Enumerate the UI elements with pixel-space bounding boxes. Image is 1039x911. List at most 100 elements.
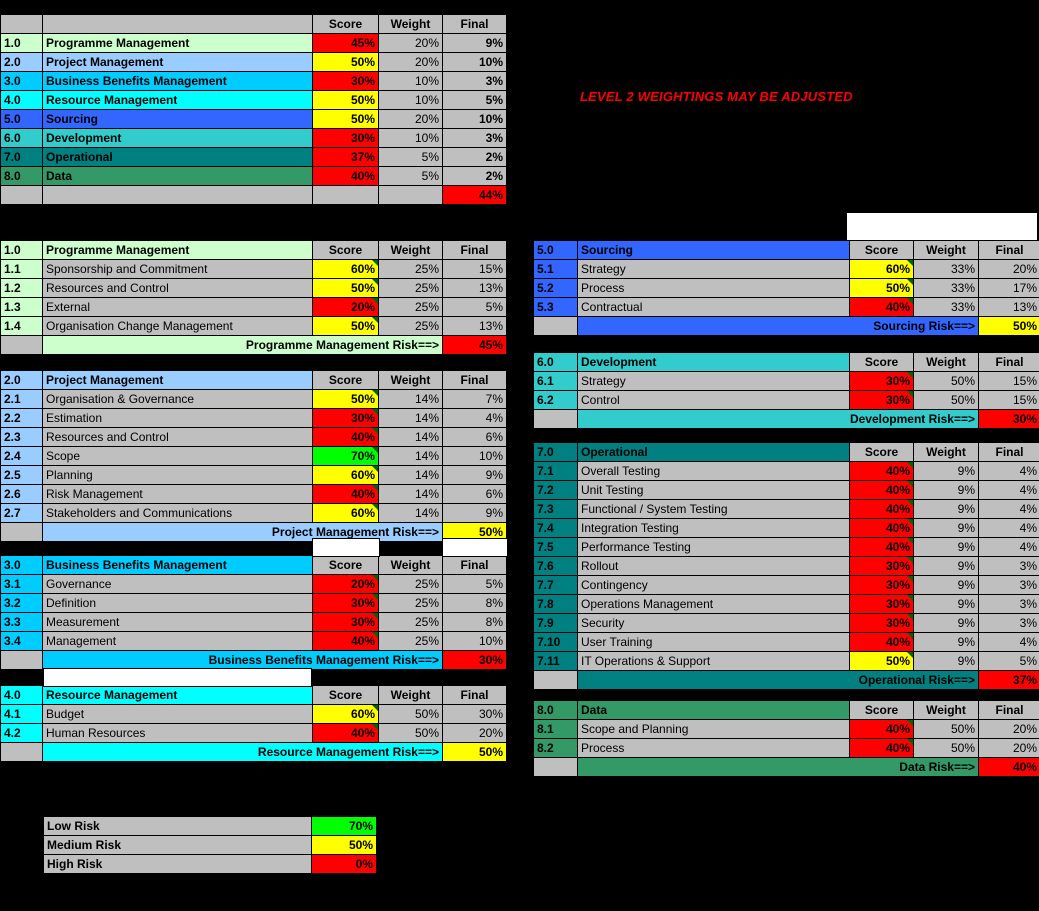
item-score-cell[interactable]: 30%: [312, 612, 379, 632]
item-name[interactable]: Contingency: [577, 575, 850, 595]
summary-row-name[interactable]: Project Management: [42, 52, 313, 72]
section-title[interactable]: Programme Management: [42, 240, 313, 260]
section-number[interactable]: 5.0: [533, 240, 578, 260]
item-number[interactable]: 3.2: [0, 593, 43, 613]
item-number[interactable]: 7.11: [533, 651, 578, 671]
summary-row-name[interactable]: Business Benefits Management: [42, 71, 313, 91]
item-number[interactable]: 7.7: [533, 575, 578, 595]
summary-row-number[interactable]: 3.0: [0, 71, 43, 91]
item-name[interactable]: Integration Testing: [577, 518, 850, 538]
item-score-cell[interactable]: 30%: [849, 390, 914, 410]
item-score-cell[interactable]: 40%: [312, 723, 379, 743]
item-score-cell[interactable]: 40%: [849, 480, 914, 500]
item-weight-cell[interactable]: 14%: [378, 408, 443, 428]
item-number[interactable]: 1.3: [0, 297, 43, 317]
item-weight-cell[interactable]: 25%: [378, 297, 443, 317]
item-score-cell[interactable]: 30%: [849, 371, 914, 391]
section-title[interactable]: Project Management: [42, 370, 313, 390]
item-name[interactable]: Strategy: [577, 259, 850, 279]
summary-score-cell[interactable]: 50%: [312, 109, 379, 129]
section-title[interactable]: Data: [577, 700, 850, 720]
summary-weight-cell[interactable]: 20%: [378, 52, 443, 72]
item-weight-cell[interactable]: 33%: [913, 278, 979, 298]
item-weight-cell[interactable]: 9%: [913, 632, 979, 652]
item-name[interactable]: Functional / System Testing: [577, 499, 850, 519]
item-weight-cell[interactable]: 9%: [913, 461, 979, 481]
item-number[interactable]: 1.2: [0, 278, 43, 298]
item-number[interactable]: 7.3: [533, 499, 578, 519]
item-name[interactable]: Process: [577, 278, 850, 298]
item-name[interactable]: Estimation: [42, 408, 313, 428]
item-weight-cell[interactable]: 50%: [913, 738, 979, 758]
item-name[interactable]: Security: [577, 613, 850, 633]
summary-row-name[interactable]: Programme Management: [42, 33, 313, 53]
summary-score-cell[interactable]: 50%: [312, 90, 379, 110]
item-weight-cell[interactable]: 9%: [913, 651, 979, 671]
summary-score-cell[interactable]: 45%: [312, 33, 379, 53]
item-name[interactable]: External: [42, 297, 313, 317]
item-weight-cell[interactable]: 25%: [378, 316, 443, 336]
item-score-cell[interactable]: 30%: [312, 593, 379, 613]
item-number[interactable]: 2.7: [0, 503, 43, 523]
item-score-cell[interactable]: 40%: [849, 518, 914, 538]
item-score-cell[interactable]: 40%: [849, 499, 914, 519]
section-number[interactable]: 8.0: [533, 700, 578, 720]
item-number[interactable]: 7.10: [533, 632, 578, 652]
item-weight-cell[interactable]: 50%: [913, 719, 979, 739]
item-name[interactable]: Strategy: [577, 371, 850, 391]
item-number[interactable]: 6.1: [533, 371, 578, 391]
item-name[interactable]: Contractual: [577, 297, 850, 317]
summary-score-cell[interactable]: 30%: [312, 71, 379, 91]
item-name[interactable]: Resources and Control: [42, 427, 313, 447]
section-title[interactable]: Operational: [577, 442, 850, 462]
item-score-cell[interactable]: 20%: [312, 574, 379, 594]
item-name[interactable]: Organisation & Governance: [42, 389, 313, 409]
item-number[interactable]: 7.5: [533, 537, 578, 557]
section-title[interactable]: Development: [577, 352, 850, 372]
item-score-cell[interactable]: 40%: [312, 484, 379, 504]
summary-row-name[interactable]: Sourcing: [42, 109, 313, 129]
summary-score-cell[interactable]: 40%: [312, 166, 379, 186]
item-name[interactable]: Overall Testing: [577, 461, 850, 481]
item-name[interactable]: Organisation Change Management: [42, 316, 313, 336]
item-weight-cell[interactable]: 14%: [378, 427, 443, 447]
summary-row-number[interactable]: 8.0: [0, 166, 43, 186]
item-weight-cell[interactable]: 50%: [913, 390, 979, 410]
item-score-cell[interactable]: 60%: [312, 259, 379, 279]
item-score-cell[interactable]: 40%: [849, 461, 914, 481]
item-number[interactable]: 2.6: [0, 484, 43, 504]
item-number[interactable]: 2.4: [0, 446, 43, 466]
summary-row-name[interactable]: Resource Management: [42, 90, 313, 110]
item-name[interactable]: Sponsorship and Commitment: [42, 259, 313, 279]
item-weight-cell[interactable]: 50%: [378, 723, 443, 743]
item-score-cell[interactable]: 50%: [849, 651, 914, 671]
summary-row-number[interactable]: 2.0: [0, 52, 43, 72]
item-score-cell[interactable]: 40%: [849, 537, 914, 557]
item-score-cell[interactable]: 50%: [849, 278, 914, 298]
item-score-cell[interactable]: 30%: [312, 408, 379, 428]
summary-weight-cell[interactable]: 10%: [378, 90, 443, 110]
summary-weight-cell[interactable]: 10%: [378, 128, 443, 148]
item-name[interactable]: Performance Testing: [577, 537, 850, 557]
summary-weight-cell[interactable]: 20%: [378, 109, 443, 129]
summary-weight-cell[interactable]: 10%: [378, 71, 443, 91]
item-weight-cell[interactable]: 50%: [913, 371, 979, 391]
item-name[interactable]: Management: [42, 631, 313, 651]
section-title[interactable]: Resource Management: [42, 685, 313, 705]
item-number[interactable]: 5.2: [533, 278, 578, 298]
item-weight-cell[interactable]: 14%: [378, 484, 443, 504]
summary-weight-cell[interactable]: 5%: [378, 166, 443, 186]
item-weight-cell[interactable]: 25%: [378, 593, 443, 613]
section-number[interactable]: 4.0: [0, 685, 43, 705]
summary-weight-cell[interactable]: 5%: [378, 147, 443, 167]
summary-score-cell[interactable]: 30%: [312, 128, 379, 148]
item-weight-cell[interactable]: 9%: [913, 499, 979, 519]
item-weight-cell[interactable]: 25%: [378, 612, 443, 632]
item-number[interactable]: 3.1: [0, 574, 43, 594]
item-number[interactable]: 2.2: [0, 408, 43, 428]
item-name[interactable]: Rollout: [577, 556, 850, 576]
item-number[interactable]: 4.2: [0, 723, 43, 743]
item-number[interactable]: 6.2: [533, 390, 578, 410]
summary-row-number[interactable]: 6.0: [0, 128, 43, 148]
section-title[interactable]: Business Benefits Management: [42, 555, 313, 575]
